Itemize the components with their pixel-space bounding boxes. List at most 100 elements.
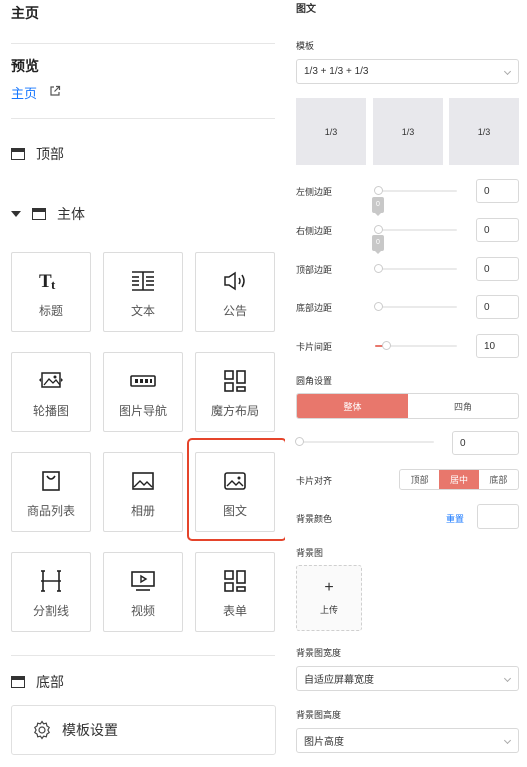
component-panel: 主页 预览 主页 顶部 主体 Tt 标题 文本 公告 轮播图 图片导航 魔方布局… bbox=[0, 0, 287, 767]
bottom-margin-label: 底部边距 bbox=[296, 303, 333, 313]
left-margin-slider[interactable] bbox=[375, 190, 457, 192]
template-label: 模板 bbox=[296, 41, 315, 51]
form-icon bbox=[196, 569, 274, 593]
component-album[interactable]: 相册 bbox=[103, 452, 183, 532]
component-video[interactable]: 视频 bbox=[103, 552, 183, 632]
template-preview-cell: 1/3 bbox=[449, 98, 519, 165]
section-bottom[interactable]: 底部 bbox=[11, 672, 64, 692]
radius-slider[interactable] bbox=[296, 441, 434, 443]
divider bbox=[11, 655, 275, 656]
bg-width-select-value: 自适应屏幕宽度 bbox=[304, 675, 374, 686]
chevron-down-icon bbox=[503, 736, 512, 744]
home-link[interactable]: 主页 bbox=[11, 83, 61, 102]
bg-height-select-value: 图片高度 bbox=[304, 737, 344, 748]
radius-slider-handle[interactable] bbox=[295, 437, 304, 446]
radius-mode-whole[interactable]: 整体 bbox=[297, 394, 408, 418]
svg-text:t: t bbox=[51, 277, 56, 292]
align-top-option[interactable]: 顶部 bbox=[400, 470, 439, 489]
upload-label: 上传 bbox=[319, 605, 338, 615]
video-icon bbox=[104, 569, 182, 593]
align-center-option[interactable]: 居中 bbox=[439, 470, 479, 489]
card-align-toggle[interactable]: 顶部 居中 底部 bbox=[399, 469, 519, 490]
component-label: 文本 bbox=[130, 304, 155, 318]
left-margin-input[interactable]: 0 bbox=[476, 179, 519, 203]
divider-icon bbox=[12, 569, 90, 593]
component-label: 轮播图 bbox=[32, 404, 69, 418]
section-top-label: 顶部 bbox=[36, 146, 64, 162]
section-bottom-label: 底部 bbox=[36, 674, 64, 690]
chevron-down-icon bbox=[503, 67, 512, 75]
radius-mode-corners[interactable]: 四角 bbox=[408, 394, 518, 418]
component-divider[interactable]: 分割线 bbox=[11, 552, 91, 632]
component-carousel[interactable]: 轮播图 bbox=[11, 352, 91, 432]
component-cube-layout[interactable]: 魔方布局 bbox=[195, 352, 275, 432]
divider bbox=[11, 43, 275, 44]
notice-icon bbox=[196, 269, 274, 293]
top-margin-input[interactable]: 0 bbox=[476, 257, 519, 281]
bg-image-upload[interactable]: + 上传 bbox=[296, 565, 362, 631]
external-link-icon[interactable] bbox=[49, 84, 61, 102]
top-margin-slider-handle[interactable] bbox=[374, 264, 383, 273]
home-link-label: 主页 bbox=[11, 86, 38, 101]
product-list-icon bbox=[12, 469, 90, 493]
template-select-value: 1/3 + 1/3 + 1/3 bbox=[304, 66, 369, 77]
component-form[interactable]: 表单 bbox=[195, 552, 275, 632]
right-margin-slider[interactable] bbox=[375, 229, 457, 231]
template-preview-cell: 1/3 bbox=[373, 98, 443, 165]
component-text[interactable]: 文本 bbox=[103, 252, 183, 332]
section-top[interactable]: 顶部 bbox=[11, 144, 64, 164]
chevron-down-icon bbox=[503, 674, 512, 682]
top-margin-slider[interactable] bbox=[375, 268, 457, 270]
bg-width-select[interactable]: 自适应屏幕宽度 bbox=[296, 666, 519, 691]
card-gap-input[interactable]: 10 bbox=[476, 334, 519, 358]
reset-link[interactable]: 重置 bbox=[446, 512, 464, 525]
align-bottom-option[interactable]: 底部 bbox=[479, 470, 518, 489]
radius-label: 圆角设置 bbox=[296, 376, 333, 386]
image-nav-icon bbox=[104, 369, 182, 393]
selected-highlight bbox=[187, 438, 287, 541]
bg-color-swatch[interactable] bbox=[477, 504, 519, 529]
left-margin-label: 左侧边距 bbox=[296, 187, 333, 197]
settings-panel: 图文 模板 1/3 + 1/3 + 1/3 1/3 1/3 1/3 左侧边距 0… bbox=[285, 0, 527, 767]
bg-width-label: 背景图宽度 bbox=[296, 648, 342, 658]
bottom-margin-slider-handle[interactable] bbox=[374, 302, 383, 311]
bottom-margin-input[interactable]: 0 bbox=[476, 295, 519, 319]
caret-down-icon[interactable] bbox=[11, 211, 21, 217]
component-label: 魔方布局 bbox=[210, 404, 259, 418]
component-label: 分割线 bbox=[32, 604, 69, 618]
component-image-nav[interactable]: 图片导航 bbox=[103, 352, 183, 432]
cube-layout-icon bbox=[196, 369, 274, 393]
template-preview-cell-label: 1/3 bbox=[477, 126, 491, 137]
section-block-icon bbox=[32, 208, 46, 220]
card-align-label: 卡片对齐 bbox=[296, 476, 333, 486]
divider bbox=[11, 118, 275, 119]
left-margin-slider-handle[interactable] bbox=[374, 186, 383, 195]
bg-height-label: 背景图高度 bbox=[296, 710, 342, 720]
template-settings-label: 模板设置 bbox=[62, 722, 118, 738]
card-gap-slider-handle[interactable] bbox=[382, 341, 391, 350]
component-label: 图片导航 bbox=[118, 404, 167, 418]
gear-icon bbox=[32, 720, 52, 740]
template-select[interactable]: 1/3 + 1/3 + 1/3 bbox=[296, 59, 519, 84]
template-preview-cell-label: 1/3 bbox=[324, 126, 338, 137]
right-margin-input[interactable]: 0 bbox=[476, 218, 519, 242]
bg-height-select[interactable]: 图片高度 bbox=[296, 728, 519, 753]
template-settings-button[interactable]: 模板设置 bbox=[11, 705, 276, 755]
bottom-margin-slider[interactable] bbox=[375, 306, 457, 308]
component-notice[interactable]: 公告 bbox=[195, 252, 275, 332]
top-margin-label: 顶部边距 bbox=[296, 265, 333, 275]
section-block-icon bbox=[11, 676, 25, 688]
component-label: 商品列表 bbox=[26, 504, 75, 518]
component-title[interactable]: Tt 标题 bbox=[11, 252, 91, 332]
text-icon bbox=[104, 269, 182, 293]
bg-color-label: 背景颜色 bbox=[296, 514, 333, 524]
section-body-label: 主体 bbox=[57, 206, 85, 222]
radius-input[interactable]: 0 bbox=[452, 431, 519, 455]
component-product-list[interactable]: 商品列表 bbox=[11, 452, 91, 532]
section-block-icon bbox=[11, 148, 25, 160]
right-margin-slider-handle[interactable] bbox=[374, 225, 383, 234]
preview-title: 预览 bbox=[11, 58, 39, 74]
page-header-title: 主页 bbox=[11, 5, 39, 21]
radius-mode-toggle[interactable]: 整体 四角 bbox=[296, 393, 519, 419]
section-body[interactable]: 主体 bbox=[11, 204, 85, 224]
